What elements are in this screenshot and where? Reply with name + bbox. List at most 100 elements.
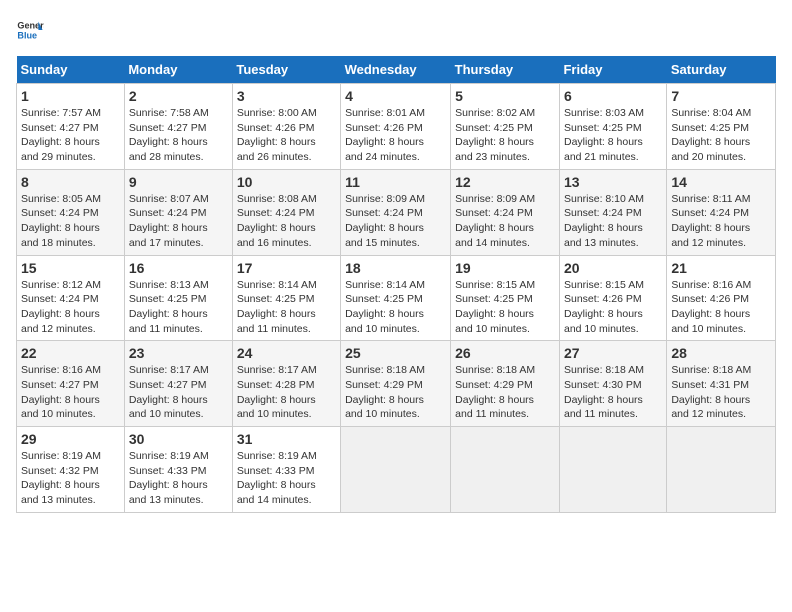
day-details: Sunrise: 8:11 AM Sunset: 4:24 PM Dayligh…	[671, 192, 771, 251]
day-number: 28	[671, 345, 771, 361]
day-number: 1	[21, 88, 120, 104]
calendar-cell: 28 Sunrise: 8:18 AM Sunset: 4:31 PM Dayli…	[667, 341, 776, 427]
day-details: Sunrise: 8:00 AM Sunset: 4:26 PM Dayligh…	[237, 106, 336, 165]
day-details: Sunrise: 8:14 AM Sunset: 4:25 PM Dayligh…	[237, 278, 336, 337]
day-number: 6	[564, 88, 662, 104]
day-details: Sunrise: 8:17 AM Sunset: 4:28 PM Dayligh…	[237, 363, 336, 422]
day-details: Sunrise: 7:57 AM Sunset: 4:27 PM Dayligh…	[21, 106, 120, 165]
day-number: 31	[237, 431, 336, 447]
day-header-monday: Monday	[124, 56, 232, 84]
day-number: 17	[237, 260, 336, 276]
calendar-week-row: 8 Sunrise: 8:05 AM Sunset: 4:24 PM Daylig…	[17, 169, 776, 255]
day-number: 10	[237, 174, 336, 190]
day-number: 12	[455, 174, 555, 190]
calendar-cell: 27 Sunrise: 8:18 AM Sunset: 4:30 PM Dayli…	[559, 341, 666, 427]
calendar-cell: 25 Sunrise: 8:18 AM Sunset: 4:29 PM Dayli…	[341, 341, 451, 427]
day-details: Sunrise: 8:16 AM Sunset: 4:27 PM Dayligh…	[21, 363, 120, 422]
calendar-cell: 2Sunrise: 7:58 AM Sunset: 4:27 PM Daylig…	[124, 84, 232, 170]
calendar-cell: 11Sunrise: 8:09 AM Sunset: 4:24 PM Dayli…	[341, 169, 451, 255]
calendar-cell: 29 Sunrise: 8:19 AM Sunset: 4:32 PM Dayli…	[17, 427, 125, 513]
day-number: 29	[21, 431, 120, 447]
calendar-cell: 6 Sunrise: 8:03 AM Sunset: 4:25 PM Daylig…	[559, 84, 666, 170]
day-details: Sunrise: 8:18 AM Sunset: 4:29 PM Dayligh…	[455, 363, 555, 422]
day-number: 9	[129, 174, 228, 190]
calendar-cell: 8 Sunrise: 8:05 AM Sunset: 4:24 PM Daylig…	[17, 169, 125, 255]
day-number: 16	[129, 260, 228, 276]
calendar-cell: 5 Sunrise: 8:02 AM Sunset: 4:25 PM Daylig…	[451, 84, 560, 170]
day-number: 26	[455, 345, 555, 361]
calendar-cell: 10 Sunrise: 8:08 AM Sunset: 4:24 PM Dayli…	[232, 169, 340, 255]
calendar-week-row: 1 Sunrise: 7:57 AM Sunset: 4:27 PM Daylig…	[17, 84, 776, 170]
day-number: 21	[671, 260, 771, 276]
day-number: 25	[345, 345, 446, 361]
calendar-week-row: 29 Sunrise: 8:19 AM Sunset: 4:32 PM Dayli…	[17, 427, 776, 513]
day-details: Sunrise: 8:19 AM Sunset: 4:32 PM Dayligh…	[21, 449, 120, 508]
day-details: Sunrise: 8:09 AM Sunset: 4:24 PM Dayligh…	[345, 192, 446, 251]
day-number: 5	[455, 88, 555, 104]
svg-text:Blue: Blue	[17, 30, 37, 40]
calendar-cell: 31 Sunrise: 8:19 AM Sunset: 4:33 PM Dayli…	[232, 427, 340, 513]
calendar-cell: 15Sunrise: 8:12 AM Sunset: 4:24 PM Dayli…	[17, 255, 125, 341]
calendar-cell: 18Sunrise: 8:14 AM Sunset: 4:25 PM Dayli…	[341, 255, 451, 341]
page-header: General Blue	[16, 16, 776, 44]
calendar-cell: 19Sunrise: 8:15 AM Sunset: 4:25 PM Dayli…	[451, 255, 560, 341]
day-details: Sunrise: 8:16 AM Sunset: 4:26 PM Dayligh…	[671, 278, 771, 337]
day-details: Sunrise: 8:19 AM Sunset: 4:33 PM Dayligh…	[237, 449, 336, 508]
calendar-cell: 16Sunrise: 8:13 AM Sunset: 4:25 PM Dayli…	[124, 255, 232, 341]
calendar-cell: 17 Sunrise: 8:14 AM Sunset: 4:25 PM Dayli…	[232, 255, 340, 341]
day-number: 8	[21, 174, 120, 190]
day-details: Sunrise: 8:05 AM Sunset: 4:24 PM Dayligh…	[21, 192, 120, 251]
day-details: Sunrise: 8:07 AM Sunset: 4:24 PM Dayligh…	[129, 192, 228, 251]
day-details: Sunrise: 8:17 AM Sunset: 4:27 PM Dayligh…	[129, 363, 228, 422]
calendar-cell: 4 Sunrise: 8:01 AM Sunset: 4:26 PM Daylig…	[341, 84, 451, 170]
calendar-cell: 24 Sunrise: 8:17 AM Sunset: 4:28 PM Dayli…	[232, 341, 340, 427]
day-number: 18	[345, 260, 446, 276]
day-details: Sunrise: 8:09 AM Sunset: 4:24 PM Dayligh…	[455, 192, 555, 251]
day-number: 7	[671, 88, 771, 104]
day-header-wednesday: Wednesday	[341, 56, 451, 84]
day-details: Sunrise: 8:15 AM Sunset: 4:25 PM Dayligh…	[455, 278, 555, 337]
calendar-cell: 30Sunrise: 8:19 AM Sunset: 4:33 PM Dayli…	[124, 427, 232, 513]
logo: General Blue	[16, 16, 48, 44]
calendar-cell	[667, 427, 776, 513]
day-number: 14	[671, 174, 771, 190]
calendar-cell: 13Sunrise: 8:10 AM Sunset: 4:24 PM Dayli…	[559, 169, 666, 255]
day-details: Sunrise: 8:08 AM Sunset: 4:24 PM Dayligh…	[237, 192, 336, 251]
day-details: Sunrise: 8:03 AM Sunset: 4:25 PM Dayligh…	[564, 106, 662, 165]
calendar-cell: 21 Sunrise: 8:16 AM Sunset: 4:26 PM Dayli…	[667, 255, 776, 341]
day-details: Sunrise: 7:58 AM Sunset: 4:27 PM Dayligh…	[129, 106, 228, 165]
calendar-week-row: 15Sunrise: 8:12 AM Sunset: 4:24 PM Dayli…	[17, 255, 776, 341]
day-details: Sunrise: 8:15 AM Sunset: 4:26 PM Dayligh…	[564, 278, 662, 337]
calendar-cell: 1 Sunrise: 7:57 AM Sunset: 4:27 PM Daylig…	[17, 84, 125, 170]
calendar-cell	[341, 427, 451, 513]
day-number: 22	[21, 345, 120, 361]
calendar-cell	[451, 427, 560, 513]
calendar-cell: 20 Sunrise: 8:15 AM Sunset: 4:26 PM Dayli…	[559, 255, 666, 341]
calendar-cell: 23 Sunrise: 8:17 AM Sunset: 4:27 PM Dayli…	[124, 341, 232, 427]
calendar-cell: 22 Sunrise: 8:16 AM Sunset: 4:27 PM Dayli…	[17, 341, 125, 427]
day-details: Sunrise: 8:18 AM Sunset: 4:31 PM Dayligh…	[671, 363, 771, 422]
day-details: Sunrise: 8:18 AM Sunset: 4:29 PM Dayligh…	[345, 363, 446, 422]
calendar-week-row: 22 Sunrise: 8:16 AM Sunset: 4:27 PM Dayli…	[17, 341, 776, 427]
day-number: 24	[237, 345, 336, 361]
calendar-cell: 12 Sunrise: 8:09 AM Sunset: 4:24 PM Dayli…	[451, 169, 560, 255]
calendar-cell: 7 Sunrise: 8:04 AM Sunset: 4:25 PM Daylig…	[667, 84, 776, 170]
day-number: 13	[564, 174, 662, 190]
day-number: 3	[237, 88, 336, 104]
day-details: Sunrise: 8:01 AM Sunset: 4:26 PM Dayligh…	[345, 106, 446, 165]
day-header-thursday: Thursday	[451, 56, 560, 84]
day-details: Sunrise: 8:02 AM Sunset: 4:25 PM Dayligh…	[455, 106, 555, 165]
day-details: Sunrise: 8:04 AM Sunset: 4:25 PM Dayligh…	[671, 106, 771, 165]
day-header-tuesday: Tuesday	[232, 56, 340, 84]
day-details: Sunrise: 8:18 AM Sunset: 4:30 PM Dayligh…	[564, 363, 662, 422]
day-number: 23	[129, 345, 228, 361]
calendar-table: SundayMondayTuesdayWednesdayThursdayFrid…	[16, 56, 776, 513]
day-header-saturday: Saturday	[667, 56, 776, 84]
calendar-cell: 26 Sunrise: 8:18 AM Sunset: 4:29 PM Dayli…	[451, 341, 560, 427]
calendar-cell	[559, 427, 666, 513]
day-number: 27	[564, 345, 662, 361]
day-number: 4	[345, 88, 446, 104]
day-number: 20	[564, 260, 662, 276]
day-number: 15	[21, 260, 120, 276]
calendar-header-row: SundayMondayTuesdayWednesdayThursdayFrid…	[17, 56, 776, 84]
